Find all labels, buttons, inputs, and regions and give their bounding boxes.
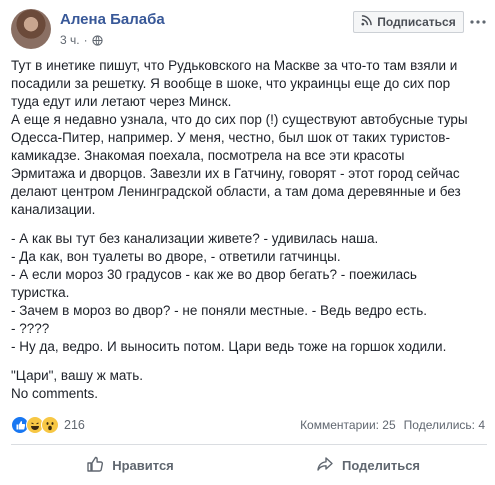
like-button[interactable]: Нравится	[11, 447, 249, 483]
author-avatar[interactable]	[11, 9, 51, 49]
rss-icon	[361, 15, 373, 29]
like-label: Нравится	[112, 457, 174, 473]
post-text-line: А еще я недавно узнала, что до сих пор (…	[11, 112, 468, 127]
post-actions: Нравится Поделиться	[11, 447, 487, 483]
post-text-line: Одесса-Питер, например. У меня, честно, …	[11, 130, 450, 145]
divider	[11, 444, 487, 445]
post-text-line: туда едут или летают через Минск.	[11, 94, 232, 109]
more-options-icon[interactable]	[469, 14, 487, 30]
post-text-line: - Ну да, ведро. И выносить потом. Цари в…	[11, 339, 447, 354]
post-text-line: - А если мороз 30 градусов - как же во д…	[11, 267, 417, 282]
post-text-line: посадили за решетку. Я вообще в шоке, чт…	[11, 76, 451, 91]
post-text-line: туристка.	[11, 285, 70, 300]
subscribe-label: Подписаться	[377, 15, 456, 29]
comments-count[interactable]: Комментарии: 25	[300, 418, 396, 432]
post-text-line: "Цари", вашу ж мать.	[11, 368, 144, 383]
reactions-count: 216	[64, 418, 85, 432]
post-text-line: канализации.	[11, 202, 96, 217]
post-stats: Комментарии: 25 Поделились: 4	[300, 418, 485, 432]
post-text-line: - Зачем в мороз во двор? - не поняли мес…	[11, 303, 427, 318]
wow-reaction-icon	[41, 416, 59, 434]
shares-count[interactable]: Поделились: 4	[404, 418, 485, 432]
thumbs-up-icon	[86, 455, 104, 476]
reactions-summary[interactable]: 216	[11, 416, 85, 434]
facebook-post: Алена Балаба 3 ч. · Подписаться Тут в ин…	[0, 0, 495, 485]
post-text-line: - А как вы тут без канализации живете? -…	[11, 231, 379, 246]
post-text-line: No comments.	[11, 386, 99, 401]
share-button[interactable]: Поделиться	[249, 447, 487, 483]
globe-icon	[91, 34, 103, 46]
post-text-line: - Да как, вон туалеты во дворе, - ответи…	[11, 249, 341, 264]
subscribe-button[interactable]: Подписаться	[353, 11, 464, 33]
post-meta: 3 ч. ·	[60, 33, 103, 47]
post-text: Тут в инетике пишут, что Рудьковского на…	[11, 57, 487, 403]
post-text-line: Эрмитажа и дворцов. Завезли их в Гатчину…	[11, 166, 460, 181]
share-arrow-icon	[316, 455, 334, 476]
author-name[interactable]: Алена Балаба	[60, 11, 165, 28]
post-text-line: - ????	[11, 321, 50, 336]
post-text-line: Тут в инетике пишут, что Рудьковского на…	[11, 58, 458, 73]
post-text-line: камикадзе. Знакомая поехала, посмотрела …	[11, 148, 405, 163]
post-text-line: делают центром Ленинградской области, а …	[11, 184, 461, 199]
post-time[interactable]: 3 ч.	[60, 33, 80, 47]
share-label: Поделиться	[341, 457, 421, 473]
